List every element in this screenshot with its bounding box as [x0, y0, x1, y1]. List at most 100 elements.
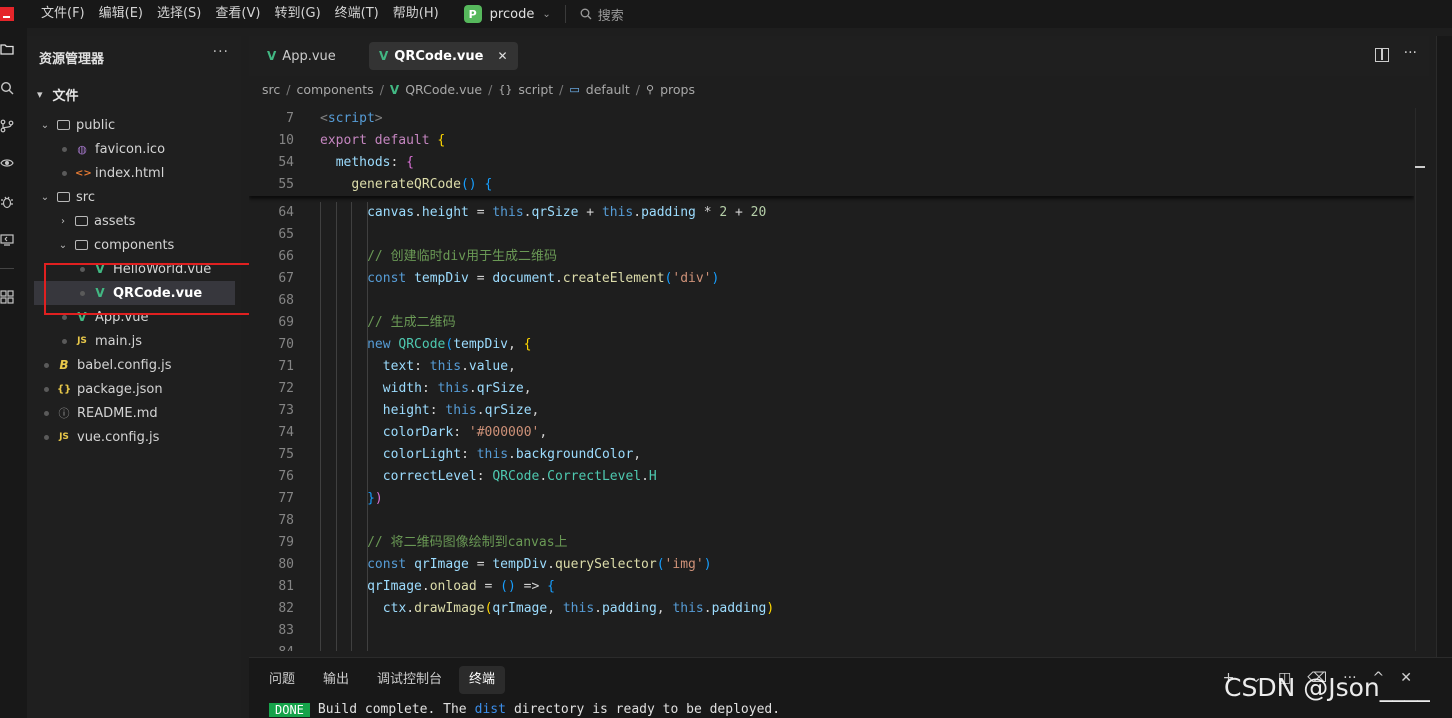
variable-icon: ▭ [569, 83, 580, 96]
sticky-code-line[interactable]: 7 <script> [249, 108, 1414, 130]
tree-item-label: README.md [77, 405, 158, 421]
extensions-icon[interactable] [0, 290, 14, 304]
editor-scrollbar[interactable] [1415, 108, 1429, 651]
breadcrumb-item[interactable]: script [518, 82, 553, 97]
chevron-right-icon: › [61, 215, 65, 227]
code-line-partial: 84 [249, 642, 1414, 651]
breadcrumb-item[interactable]: QRCode.vue [405, 82, 482, 97]
overview-ruler-mark [1415, 166, 1425, 168]
folder-icon [75, 240, 88, 250]
tree-file-index-html[interactable]: <> index.html [27, 161, 241, 185]
code-line[interactable]: 83 [249, 620, 1414, 642]
tree-file-vue-config[interactable]: JS vue.config.js [27, 425, 241, 449]
indent-dot [62, 170, 67, 176]
menu-terminal[interactable]: 终端(T) [328, 0, 386, 28]
sticky-code-line[interactable]: 55 generateQRCode() { [249, 174, 1414, 196]
eye-icon[interactable] [0, 156, 14, 170]
tree-file-main-js[interactable]: JS main.js [27, 329, 241, 353]
project-switcher[interactable]: P prcode ⌄ [463, 5, 551, 23]
code-line[interactable]: 73 height: this.qrSize, [249, 400, 1414, 422]
tree-item-label: index.html [95, 165, 165, 181]
breadcrumb-item[interactable]: default [586, 82, 630, 97]
tree-item-label: src [76, 189, 95, 205]
menu-selection[interactable]: 选择(S) [150, 0, 208, 28]
tab-app-vue[interactable]: V App.vue [257, 42, 346, 70]
tab-qrcode-vue[interactable]: V QRCode.vue ✕ [369, 42, 518, 70]
more-actions-icon[interactable]: ··· [1404, 45, 1417, 61]
more-actions-icon[interactable]: ··· [213, 44, 229, 60]
tab-output[interactable]: 输出 [313, 666, 359, 694]
editor-group: V App.vue V QRCode.vue ✕ ··· src / compo… [249, 36, 1429, 651]
search-box[interactable]: 搜索 [580, 5, 624, 24]
tab-problems[interactable]: 问题 [259, 666, 305, 694]
tab-terminal[interactable]: 终端 [459, 666, 506, 694]
split-editor-icon[interactable] [1375, 48, 1389, 62]
editor-tab-bar: V App.vue V QRCode.vue ✕ ··· [249, 36, 1429, 76]
indent-guide [335, 202, 337, 651]
indent-dot [62, 146, 67, 152]
vue-file-icon: V [389, 82, 400, 97]
indent-guide [320, 202, 321, 651]
source-control-icon[interactable] [0, 119, 14, 133]
code-line[interactable]: 82 ctx.drawImage(qrImage, this.padding, t… [249, 598, 1414, 620]
code-line[interactable]: 68 [249, 290, 1414, 312]
tree-file-babel-config[interactable]: B babel.config.js [27, 353, 241, 377]
code-line[interactable]: 71 text: this.value, [249, 356, 1414, 378]
indent-guide [367, 202, 368, 651]
code-line[interactable]: 78 [249, 510, 1414, 532]
search-icon[interactable] [0, 81, 14, 95]
sticky-code-line[interactable]: 10 export default { [249, 130, 1414, 152]
vue-file-icon: V [267, 49, 277, 63]
babel-file-icon: B [59, 358, 69, 372]
code-line[interactable]: 69// 生成二维码 [249, 312, 1414, 334]
code-line[interactable]: 65 [249, 224, 1414, 246]
code-line[interactable]: 81 qrImage.onload = () => { [249, 576, 1414, 598]
menu-edit[interactable]: 编辑(E) [92, 0, 150, 28]
tree-file-readme[interactable]: ⓘ README.md [27, 401, 241, 425]
secondary-sidebar-edge [1436, 36, 1452, 657]
breadcrumb-separator: / [379, 82, 384, 97]
tab-label: App.vue [282, 48, 336, 64]
code-line[interactable]: 79// 将二维码图像绘制到canvas上 [249, 532, 1414, 554]
breadcrumb-separator: / [635, 82, 640, 97]
annotation-highlight-box [44, 263, 267, 315]
close-icon[interactable]: ✕ [497, 49, 507, 63]
code-line[interactable]: 66// 创建临时div用于生成二维码 [249, 246, 1414, 268]
menu-help[interactable]: 帮助(H) [386, 0, 446, 28]
code-line[interactable]: 76 correctLevel: QRCode.CorrectLevel.H [249, 466, 1414, 488]
tab-debug-console[interactable]: 调试控制台 [367, 666, 452, 694]
code-line[interactable]: 72 width: this.qrSize, [249, 378, 1414, 400]
done-badge: DONE [269, 702, 310, 717]
tree-item-label: favicon.ico [95, 141, 166, 157]
menu-file[interactable]: 文件(F) [34, 0, 92, 28]
tree-folder-components[interactable]: ⌄ components [27, 233, 241, 257]
indent-dot [44, 434, 49, 440]
code-line[interactable]: 70 new QRCode(tempDiv, { [249, 334, 1414, 356]
tree-file-favicon[interactable]: ◍ favicon.ico [27, 137, 241, 161]
terminal-output-line: DONE Build complete. The dist directory … [269, 702, 780, 717]
debug-icon[interactable] [0, 195, 14, 209]
tree-folder-assets[interactable]: › assets [27, 209, 241, 233]
search-icon [580, 8, 592, 20]
breadcrumb-item[interactable]: props [660, 82, 695, 97]
tree-folder-src[interactable]: ⌄ src [27, 185, 241, 209]
breadcrumb-item[interactable]: src [262, 82, 280, 97]
code-line[interactable]: 77}) [249, 488, 1414, 510]
code-line[interactable]: 75 colorLight: this.backgroundColor, [249, 444, 1414, 466]
explorer-title: 资源管理器 [39, 52, 105, 67]
code-line[interactable]: 67 const tempDiv = document.createElement… [249, 268, 1414, 290]
breadcrumb-separator: / [559, 82, 564, 97]
menu-view[interactable]: 查看(V) [208, 0, 267, 28]
tree-folder-public[interactable]: ⌄ public [27, 113, 241, 137]
code-line[interactable]: 74 colorDark: '#000000', [249, 422, 1414, 444]
explorer-icon[interactable] [0, 42, 14, 56]
code-editor[interactable]: 7 <script> 10 export default {54 methods: {5… [249, 108, 1414, 651]
menu-go[interactable]: 转到(G) [267, 0, 327, 28]
tree-file-package-json[interactable]: {} package.json [27, 377, 241, 401]
sticky-code-line[interactable]: 54 methods: { [249, 152, 1414, 174]
breadcrumb-item[interactable]: components [296, 82, 373, 97]
code-line[interactable]: 64 canvas.height = this.qrSize + this.pad… [249, 202, 1414, 224]
remote-explorer-icon[interactable] [0, 233, 14, 247]
code-line[interactable]: 80 const qrImage = tempDiv.querySelector(… [249, 554, 1414, 576]
files-section-header[interactable]: ▾ 文件 [37, 85, 79, 104]
